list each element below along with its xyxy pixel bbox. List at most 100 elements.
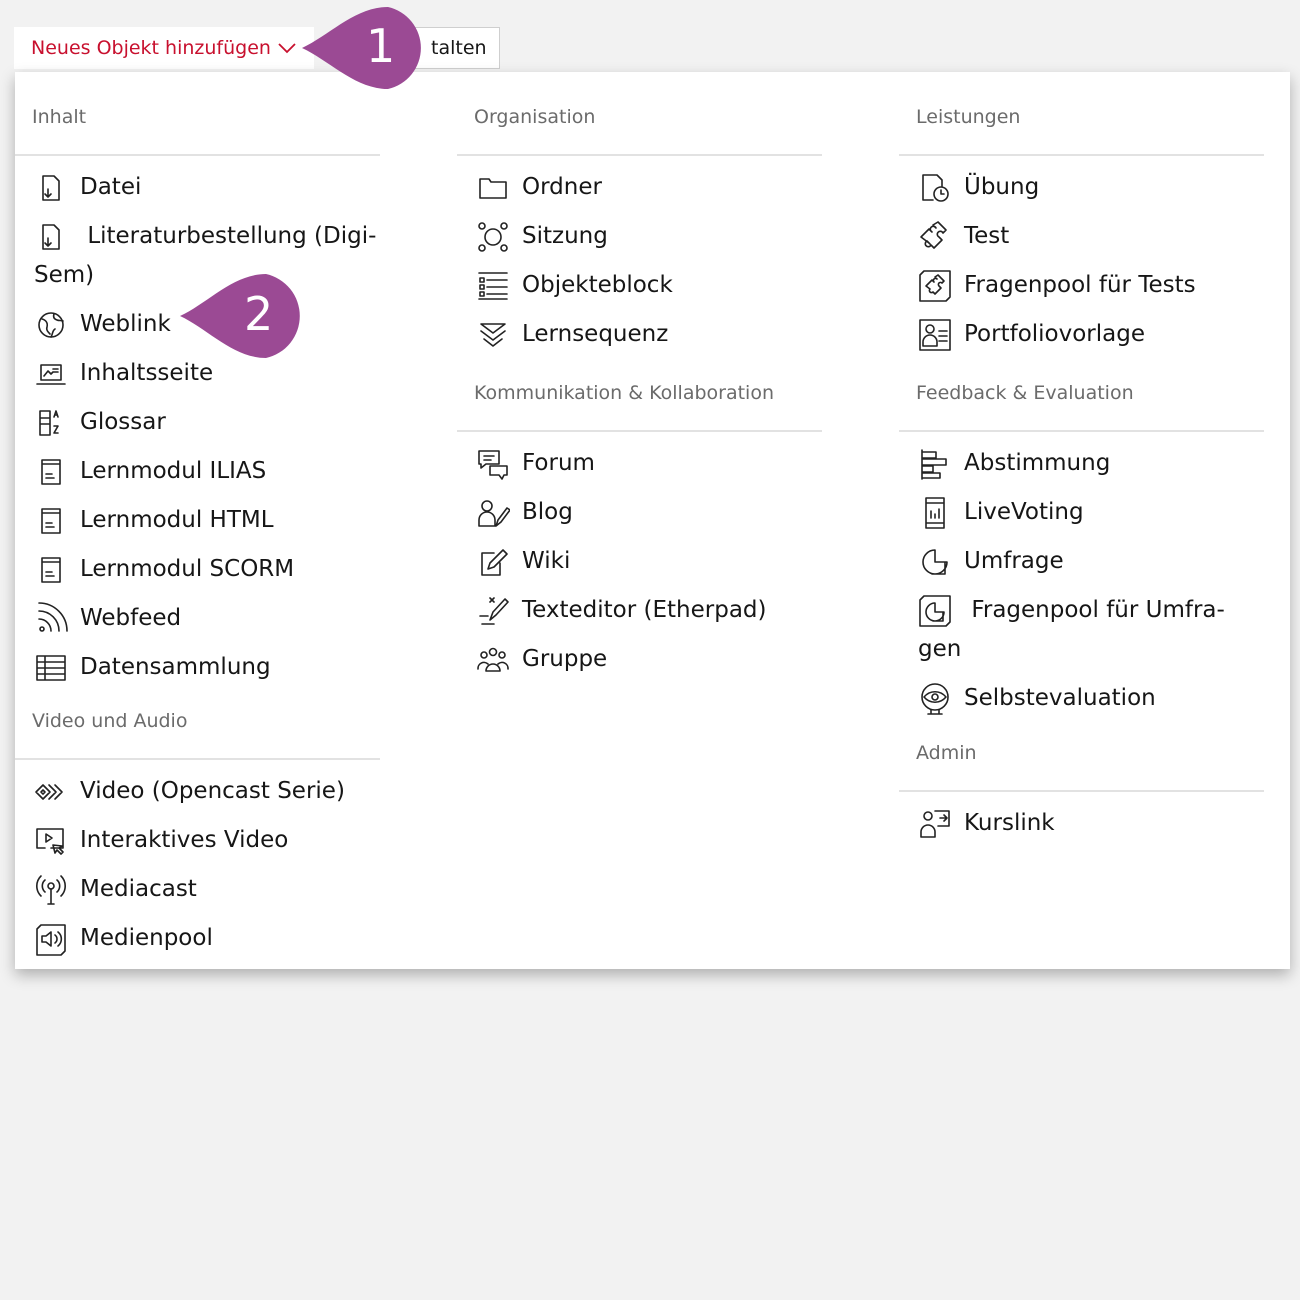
puzzle-icon	[918, 220, 952, 254]
globe-link-icon	[34, 308, 68, 342]
menu-item-umfrage[interactable]: Umfrage	[899, 542, 1264, 591]
menu-item-objekteblock[interactable]: Objekteblock	[457, 266, 822, 315]
menu-item-label: Wiki	[522, 548, 571, 574]
menu-item-blog[interactable]: Blog	[457, 493, 822, 542]
blog-icon	[476, 496, 510, 530]
menu-item-label: Medienpool	[80, 925, 213, 951]
menu-item-label: Umfrage	[964, 548, 1064, 574]
interactive-video-icon	[34, 824, 68, 858]
menu-item-fragenpool-umfragen[interactable]: Fragenpool für Umfra-gen	[899, 591, 1264, 679]
add-object-label: Neues Objekt hinzufügen	[31, 37, 271, 59]
menu-item-label: Forum	[522, 450, 595, 476]
add-object-menu: Inhalt Datei Literaturbestellung (Digi-S…	[15, 72, 1290, 969]
menu-item-forum[interactable]: Forum	[457, 444, 822, 493]
menu-item-texteditor[interactable]: Texteditor (Etherpad)	[457, 591, 822, 640]
menu-item-livevoting[interactable]: LiveVoting	[899, 493, 1264, 542]
forum-icon	[476, 447, 510, 481]
section-title: Video und Audio	[15, 676, 380, 760]
pen-write-icon	[476, 594, 510, 628]
menu-item-label: Interaktives Video	[80, 827, 289, 853]
menu-item-medienpool[interactable]: Medienpool	[15, 919, 380, 968]
menu-item-label: Fragenpool für Tests	[964, 272, 1196, 298]
module-icon	[34, 553, 68, 587]
smartphone-chart-icon	[918, 496, 952, 530]
file-icon	[34, 171, 68, 205]
section-title: Leistungen	[899, 72, 1264, 156]
menu-item-label: Mediacast	[80, 876, 197, 902]
session-icon	[476, 220, 510, 254]
menu-item-lernmodul-html[interactable]: Lernmodul HTML	[15, 501, 380, 550]
poll-bars-icon	[918, 447, 952, 481]
chevron-down-icon	[278, 43, 296, 54]
menu-item-label: Gruppe	[522, 646, 608, 672]
wiki-icon	[476, 545, 510, 579]
callout-number: 1	[366, 19, 396, 73]
menu-item-label: Datei	[80, 174, 142, 200]
callout-2: 2	[178, 272, 313, 360]
section-title: Kommunikation & Kollaboration	[457, 348, 822, 432]
menu-item-label: Fragenpool für Umfra-gen	[918, 597, 1225, 662]
menu-item-label: Lernmodul HTML	[80, 507, 274, 533]
menu-item-label: Texteditor (Etherpad)	[522, 597, 767, 623]
menu-item-label: Kurslink	[964, 810, 1055, 836]
question-pool-icon	[918, 269, 952, 303]
file-icon	[34, 220, 68, 254]
portfolio-template-icon	[918, 318, 952, 352]
menu-item-label: Webfeed	[80, 605, 182, 631]
menu-item-datei[interactable]: Datei	[15, 168, 380, 217]
design-button-label: talten	[431, 37, 487, 59]
menu-item-abstimmung[interactable]: Abstimmung	[899, 444, 1264, 493]
menu-item-label: Blog	[522, 499, 573, 525]
add-object-button[interactable]: Neues Objekt hinzufügen	[14, 27, 314, 69]
menu-item-webfeed[interactable]: Webfeed	[15, 599, 380, 648]
menu-item-label: Abstimmung	[964, 450, 1111, 476]
menu-item-wiki[interactable]: Wiki	[457, 542, 822, 591]
menu-item-label: Sitzung	[522, 223, 608, 249]
menu-item-label: Glossar	[80, 409, 166, 435]
menu-item-uebung[interactable]: Übung	[899, 168, 1264, 217]
section-title: Organisation	[457, 72, 822, 156]
exercise-clock-icon	[918, 171, 952, 205]
section-feedback: Feedback & Evaluation Abstimmung LiveVot…	[899, 348, 1264, 728]
broadcast-icon	[34, 873, 68, 907]
opencast-icon	[34, 775, 68, 809]
sequence-icon	[476, 318, 510, 352]
callout-number: 2	[244, 287, 274, 341]
menu-item-label: Test	[964, 223, 1010, 249]
menu-item-interaktives-video[interactable]: Interaktives Video	[15, 821, 380, 870]
media-pool-icon	[34, 922, 68, 956]
section-organisation: Organisation Ordner Sitzung Objekteblock…	[457, 72, 822, 364]
menu-item-glossar[interactable]: Glossar	[15, 403, 380, 452]
menu-item-label: Lernmodul SCORM	[80, 556, 295, 582]
section-leistungen: Leistungen Übung Test Fragenpool für Tes…	[899, 72, 1264, 364]
folder-icon	[476, 171, 510, 205]
menu-item-label: Lernmodul ILIAS	[80, 458, 267, 484]
section-video-audio: Video und Audio Video (Opencast Serie) I…	[15, 676, 380, 968]
menu-item-label: Objekteblock	[522, 272, 673, 298]
menu-item-gruppe[interactable]: Gruppe	[457, 640, 822, 689]
section-kommunikation: Kommunikation & Kollaboration Forum Blog…	[457, 348, 822, 689]
callout-1: 1	[300, 5, 435, 91]
menu-item-label: Übung	[964, 174, 1040, 200]
glossary-icon	[34, 406, 68, 440]
menu-item-mediacast[interactable]: Mediacast	[15, 870, 380, 919]
menu-item-kurslink[interactable]: Kurslink	[899, 804, 1264, 853]
menu-item-fragenpool-tests[interactable]: Fragenpool für Tests	[899, 266, 1264, 315]
menu-item-label: Ordner	[522, 174, 602, 200]
menu-item-inhaltsseite[interactable]: Inhaltsseite	[15, 354, 380, 403]
menu-item-lernmodul-scorm[interactable]: Lernmodul SCORM	[15, 550, 380, 599]
pie-chart-icon	[918, 545, 952, 579]
item-block-icon	[476, 269, 510, 303]
menu-item-test[interactable]: Test	[899, 217, 1264, 266]
menu-item-ordner[interactable]: Ordner	[457, 168, 822, 217]
module-icon	[34, 504, 68, 538]
menu-item-lernmodul-ilias[interactable]: Lernmodul ILIAS	[15, 452, 380, 501]
survey-pool-icon	[918, 594, 952, 628]
menu-item-video-opencast[interactable]: Video (Opencast Serie)	[15, 772, 380, 821]
section-title: Admin	[899, 708, 1264, 792]
page-laptop-icon	[34, 357, 68, 391]
section-admin: Admin Kurslink	[899, 708, 1264, 853]
menu-item-sitzung[interactable]: Sitzung	[457, 217, 822, 266]
menu-item-label: Video (Opencast Serie)	[80, 778, 345, 804]
course-link-icon	[918, 807, 952, 841]
